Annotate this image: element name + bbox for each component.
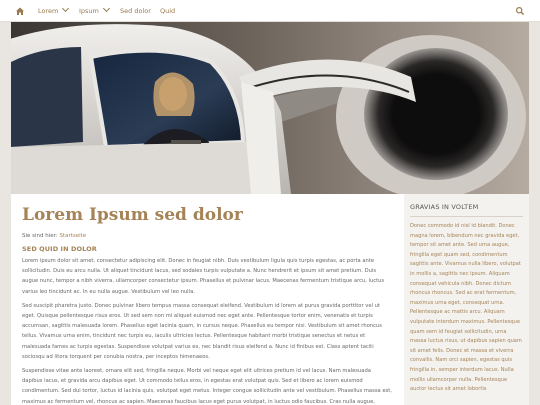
- sidebar-text: Donec commodo id nisl id blandit. Donec …: [410, 223, 522, 393]
- breadcrumb: Sie sind hier: Startseite: [22, 233, 393, 239]
- page-title: Lorem Ipsum sed dolor: [22, 205, 243, 225]
- sidebar-divider: [410, 216, 523, 217]
- nav-item-sed-dolor-label: Sed dolor: [120, 7, 151, 15]
- nav-item-ipsum[interactable]: Ipsum: [79, 0, 110, 22]
- nav-item-quid-label: Quid: [160, 7, 176, 15]
- sidebar: GRAVIAS IN VOLTEM Donec commodo id nisl …: [404, 194, 529, 405]
- top-navigation: Lorem Ipsum Sed dolor Quid: [0, 0, 540, 22]
- jet-photo: [11, 22, 529, 194]
- chevron-down-icon: [62, 4, 70, 13]
- chevron-down-icon: [102, 4, 110, 13]
- section-heading: SED QUID IN DOLOR: [22, 245, 97, 253]
- hero-image: [11, 22, 529, 194]
- nav-item-ipsum-label: Ipsum: [79, 7, 99, 15]
- sidebar-heading: GRAVIAS IN VOLTEM: [410, 203, 479, 211]
- home-icon[interactable]: [15, 6, 25, 16]
- breadcrumb-prefix: Sie sind hier:: [22, 233, 58, 239]
- nav-item-lorem[interactable]: Lorem: [38, 0, 70, 22]
- body-paragraph: Lorem ipsum dolor sit amet, consectetur …: [22, 258, 385, 295]
- main-content: Lorem Ipsum sed dolor Sie sind hier: Sta…: [11, 194, 404, 405]
- search-icon[interactable]: [515, 6, 525, 16]
- body-paragraph: Suspendisse vitae ante laoreet, ornare e…: [22, 368, 392, 405]
- nav-item-sed-dolor[interactable]: Sed dolor: [120, 0, 151, 22]
- breadcrumb-link-home[interactable]: Startseite: [59, 233, 86, 239]
- body-paragraph: Sed suscipit pharetra justo. Donec pulvi…: [22, 302, 382, 360]
- nav-item-quid[interactable]: Quid: [160, 0, 175, 22]
- nav-item-lorem-label: Lorem: [38, 7, 59, 15]
